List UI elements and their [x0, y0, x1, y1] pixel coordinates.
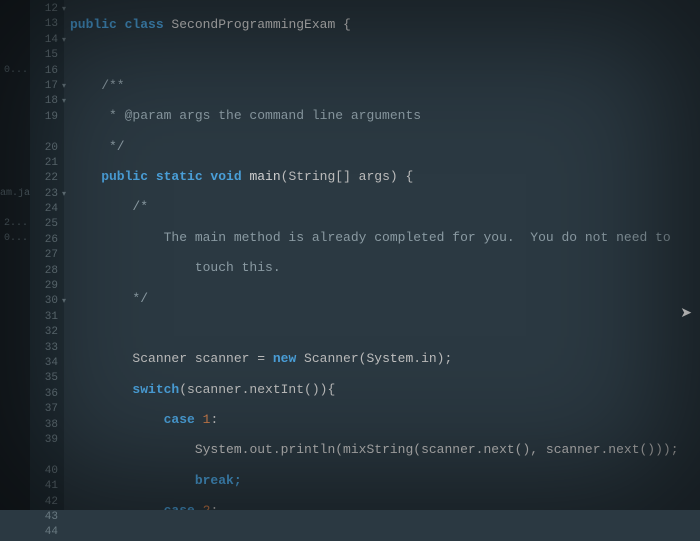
line-number[interactable]: 40 — [30, 464, 64, 479]
code-text: (String[] args) { — [281, 169, 414, 184]
line-number[interactable] — [30, 125, 64, 140]
keyword: case — [70, 503, 203, 510]
code-area[interactable]: public class SecondProgrammingExam { /**… — [64, 0, 700, 510]
code-text: Scanner scanner = — [70, 351, 273, 366]
line-number[interactable]: 42 — [30, 495, 64, 510]
line-number[interactable]: 37 — [30, 402, 64, 417]
line-number[interactable]: 26 — [30, 233, 64, 248]
line-number[interactable] — [30, 448, 64, 463]
line-number[interactable]: 17 — [30, 79, 64, 94]
line-number[interactable]: 22 — [30, 171, 64, 186]
line-number[interactable]: 30 — [30, 294, 64, 309]
line-number[interactable]: 32 — [30, 325, 64, 340]
line-number[interactable]: 18 — [30, 94, 64, 109]
comment: touch this. — [70, 260, 281, 275]
sidebar-fragment: am.ja — [0, 188, 30, 199]
line-number[interactable]: 28 — [30, 264, 64, 279]
code-text: (scanner.nextInt()){ — [179, 382, 335, 397]
system-class: System — [70, 442, 242, 457]
sidebar-fragment: 0... — [0, 65, 30, 76]
line-number[interactable]: 33 — [30, 341, 64, 356]
code-text: : — [210, 412, 218, 427]
line-number[interactable]: 15 — [30, 48, 64, 63]
line-number[interactable]: 12 — [30, 2, 64, 17]
line-number[interactable]: 31 — [30, 310, 64, 325]
comment: */ — [70, 291, 148, 306]
line-number[interactable]: 24 — [30, 202, 64, 217]
line-number-gutter[interactable]: 1213141516171819 202122232425262728293031… — [30, 0, 64, 510]
left-sidebar: 0... am.ja 2... 0... — [0, 0, 30, 510]
line-number[interactable]: 44 — [30, 525, 64, 540]
keyword: break; — [70, 473, 242, 488]
keyword: switch — [70, 382, 179, 397]
line-number[interactable]: 25 — [30, 217, 64, 232]
code-editor[interactable]: 0... am.ja 2... 0... 1213141516171819202… — [0, 0, 700, 510]
line-number[interactable]: 39 — [30, 433, 64, 448]
line-number[interactable]: 36 — [30, 387, 64, 402]
code-text: .in); — [413, 351, 452, 366]
line-number[interactable]: 20 — [30, 141, 64, 156]
line-number[interactable]: 13 — [30, 17, 64, 32]
sidebar-fragment: 2... — [0, 218, 30, 229]
line-number[interactable]: 35 — [30, 371, 64, 386]
line-number[interactable]: 23 — [30, 187, 64, 202]
comment: * @param args the command line arguments — [70, 108, 421, 123]
keyword: case — [70, 412, 203, 427]
line-number[interactable]: 34 — [30, 356, 64, 371]
line-number[interactable]: 41 — [30, 479, 64, 494]
line-number[interactable]: 14 — [30, 33, 64, 48]
mouse-cursor-icon: ➤ — [680, 305, 692, 322]
method-name: main — [249, 169, 280, 184]
class-name: SecondProgrammingExam { — [171, 17, 350, 32]
code-text: Scanner( — [296, 351, 366, 366]
comment: /* — [70, 199, 148, 214]
code-text: : — [210, 503, 218, 510]
system-class: System — [366, 351, 413, 366]
line-number[interactable]: 19 — [30, 110, 64, 125]
line-number[interactable]: 27 — [30, 248, 64, 263]
keyword: public class — [70, 17, 171, 32]
keyword: new — [273, 351, 296, 366]
line-number[interactable]: 21 — [30, 156, 64, 171]
comment: /** — [70, 78, 125, 93]
comment: */ — [70, 139, 125, 154]
keyword: public static void — [70, 169, 249, 184]
line-number[interactable]: 16 — [30, 64, 64, 79]
line-number[interactable]: 43 — [30, 510, 64, 525]
sidebar-fragment: 0... — [0, 233, 30, 244]
comment: The main method is already completed for… — [70, 230, 671, 245]
line-number[interactable]: 29 — [30, 279, 64, 294]
line-number[interactable]: 38 — [30, 418, 64, 433]
code-text: .out.println(mixString(scanner.next(), s… — [242, 442, 679, 457]
